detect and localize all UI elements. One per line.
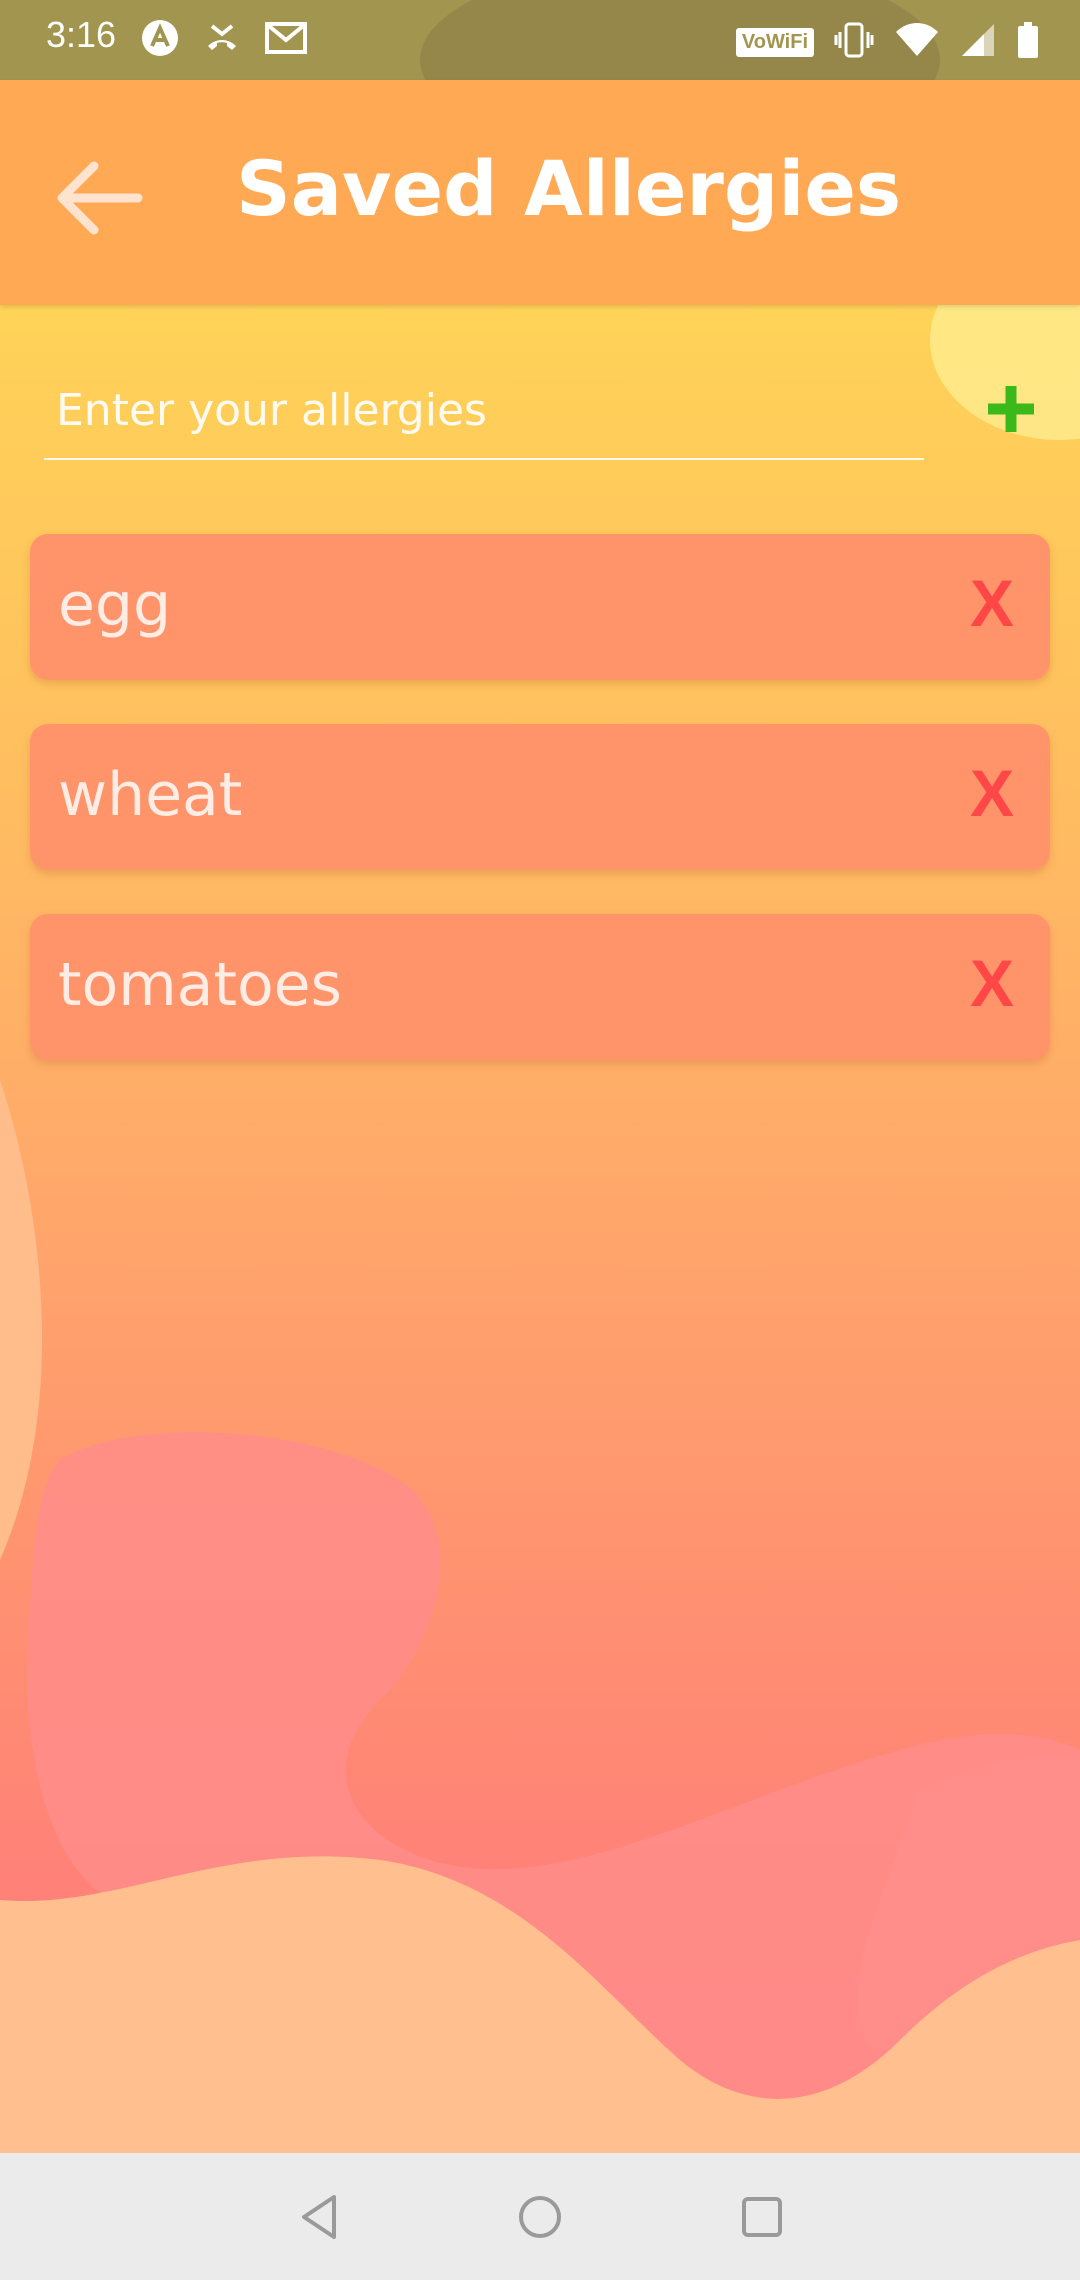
screen: 3:16 VoWiFi Saved Allergies Enter your a… [0,0,1080,2280]
home-circle-icon [519,2196,561,2238]
wifi-icon [894,20,940,64]
cell-signal-icon [960,20,996,64]
vowifi-icon: VoWiFi [735,27,814,57]
allergy-card: wheat X [30,724,1050,870]
status-bar: 3:16 VoWiFi [0,0,1080,80]
missed-call-icon [202,18,242,62]
allergy-card: egg X [30,534,1050,680]
allergy-name: tomatoes [58,950,342,1020]
add-allergy-button[interactable] [984,382,1038,436]
remove-allergy-button[interactable]: X [970,950,1014,1016]
allergy-input[interactable] [44,362,924,458]
battery-icon [1016,20,1040,64]
allergy-name: wheat [58,760,243,830]
back-button[interactable] [50,148,150,248]
remove-allergy-button[interactable]: X [970,570,1014,636]
nav-recents-button[interactable] [736,2191,788,2243]
allergy-card: tomatoes X [30,914,1050,1060]
page-title: Saved Allergies [236,144,902,233]
allergy-input-row [44,362,924,460]
app-notification-icon [140,18,180,62]
back-triangle-icon [302,2195,336,2239]
remove-allergy-button[interactable]: X [970,760,1014,826]
vibrate-icon [834,20,874,64]
status-time: 3:16 [46,14,117,55]
nav-back-button[interactable] [294,2191,346,2243]
recents-square-icon [742,2197,782,2237]
navigation-bar [0,2153,1080,2280]
nav-home-button[interactable] [514,2191,566,2243]
plus-icon [988,386,1034,432]
notification-icons [140,18,308,62]
arrow-left-icon [57,161,143,235]
gmail-icon [264,18,308,62]
system-icons: VoWiFi [735,20,1040,64]
allergy-list: egg X wheat X tomatoes X [30,534,1050,1104]
background-decoration [0,240,1080,2153]
app-bar: Saved Allergies [0,80,1080,305]
allergy-name: egg [58,570,172,640]
